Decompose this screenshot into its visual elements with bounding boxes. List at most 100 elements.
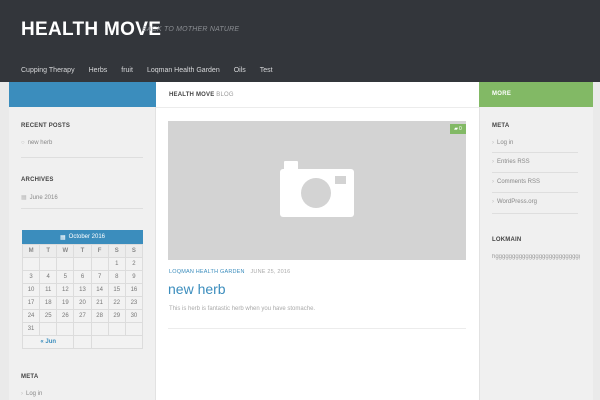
site-tagline: BACK TO MOTHER NATURE (142, 26, 240, 33)
meta-link-wordpress[interactable]: WordPress.org (497, 199, 537, 205)
meta-item[interactable]: › Comments RSS (492, 179, 540, 185)
left-sidebar-toggle-bar[interactable] (9, 82, 156, 107)
meta-link-comments-rss[interactable]: Comments RSS (497, 179, 540, 185)
meta-item-left[interactable]: › Log in (21, 391, 42, 397)
comment-icon: ▰ (454, 126, 459, 132)
calendar-week-row: 17 18 19 20 21 22 23 (21, 296, 144, 310)
recent-post-item[interactable]: ○ new herb (21, 140, 52, 146)
archive-link[interactable]: June 2016 (30, 195, 58, 201)
chevron-right-icon: › (21, 391, 23, 397)
calendar-day-cell (39, 257, 58, 271)
calendar-day-cell: 1 (107, 257, 126, 271)
divider (21, 208, 143, 209)
calendar-week-row: 24 25 26 27 28 29 30 (21, 309, 144, 323)
meta-link-login[interactable]: Log in (497, 140, 513, 146)
calendar-day-cell: 2 (124, 257, 144, 271)
calendar-day-cell: 17 (21, 296, 41, 310)
calendar-day-cell (73, 257, 92, 271)
nav-item-fruit[interactable]: fruit (114, 62, 140, 79)
calendar-icon: ▦ (21, 195, 27, 201)
calendar-day-cell: 25 (39, 309, 58, 323)
calendar-day-cell: 9 (124, 270, 144, 284)
nav-item-oils[interactable]: Oils (227, 62, 253, 79)
divider (492, 172, 578, 173)
calendar-table: M T W T F S S 1 2 3 4 5 6 7 8 9 10 11 12 13 14 15 16 17 1… (21, 244, 144, 349)
calendar-day-cell: 28 (90, 309, 109, 323)
calendar-prev-link[interactable]: « Jun (21, 335, 75, 349)
main-nav: Cupping Therapy Herbs fruit Loqman Healt… (14, 62, 280, 79)
nav-item-cupping-therapy[interactable]: Cupping Therapy (14, 62, 82, 79)
meta-item[interactable]: › WordPress.org (492, 199, 537, 205)
calendar-day-cell: 31 (21, 322, 41, 336)
post-title-link[interactable]: new herb (168, 281, 226, 297)
weekday: F (90, 244, 109, 258)
site-title[interactable]: HEALTH MOVE (21, 19, 161, 41)
calendar-day-cell: 14 (90, 283, 109, 297)
calendar-day-cell: 30 (124, 309, 144, 323)
circle-icon: ○ (21, 140, 25, 146)
nav-item-loqman-health-garden[interactable]: Loqman Health Garden (140, 62, 227, 79)
right-sidebar-more-bar[interactable]: MORE (479, 82, 593, 107)
calendar-day-cell (124, 322, 144, 336)
calendar-day-cell: 13 (73, 283, 92, 297)
calendar-day-cell (56, 322, 75, 336)
divider (492, 192, 578, 193)
nav-item-test[interactable]: Test (253, 62, 280, 79)
calendar-day-cell: 24 (21, 309, 41, 323)
calendar-day-cell: 29 (107, 309, 126, 323)
meta-link-entries-rss[interactable]: Entries RSS (497, 159, 530, 165)
right-sidebar: META › Log in › Entries RSS › Comments R… (479, 107, 593, 400)
post-category-link[interactable]: LOQMAN HEALTH GARDEN (169, 269, 245, 275)
chevron-right-icon: › (492, 179, 494, 185)
calendar-day-cell: 3 (21, 270, 41, 284)
calendar-week-row: 12 (21, 257, 144, 271)
calendar-day-cell: 8 (107, 270, 126, 284)
calendar-day-cell (39, 322, 58, 336)
weekday: S (107, 244, 126, 258)
archives-title: ARCHIVES (21, 177, 54, 183)
meta-item[interactable]: › Entries RSS (492, 159, 530, 165)
post-date: JUNE 25, 2016 (250, 269, 291, 275)
calendar-day-cell (73, 322, 92, 336)
archive-item[interactable]: ▦ June 2016 (21, 194, 58, 202)
meta-item[interactable]: › Log in (492, 140, 513, 146)
nav-item-herbs[interactable]: Herbs (82, 62, 115, 79)
weekday: M (21, 244, 41, 258)
calendar-day-cell (56, 257, 75, 271)
post-excerpt: This is herb is fantastic herb when you … (169, 306, 316, 312)
chevron-right-icon: › (492, 199, 494, 205)
recent-posts-title: RECENT POSTS (21, 123, 71, 129)
calendar-day-cell: 19 (56, 296, 75, 310)
post-thumbnail[interactable]: ▰ 0 (168, 121, 466, 260)
divider (156, 107, 479, 108)
comment-count-badge[interactable]: ▰ 0 (450, 124, 466, 134)
calendar-day-cell: 10 (21, 283, 41, 297)
chevron-right-icon: › (492, 140, 494, 146)
left-sidebar: RECENT POSTS ○ new herb ARCHIVES ▦ June … (9, 107, 156, 400)
weekday: T (73, 244, 92, 258)
calendar-day-cell (90, 257, 109, 271)
meta-title-right: META (492, 123, 510, 129)
calendar-week-row: 31 (21, 322, 144, 336)
meta-link[interactable]: Log in (26, 391, 42, 397)
calendar-day-cell: 7 (90, 270, 109, 284)
calendar-caption: ▦ October 2016 (22, 230, 143, 244)
calendar-day-cell: 20 (73, 296, 92, 310)
calendar-day-cell: 12 (56, 283, 75, 297)
breadcrumb-site[interactable]: HEALTH MOVE (169, 92, 214, 98)
calendar-day-cell: 4 (39, 270, 58, 284)
post-meta: LOQMAN HEALTH GARDEN JUNE 25, 2016 (169, 269, 290, 275)
calendar-widget: ▦ October 2016 M T W T F S S 1 2 3 4 5 6 7 8 9 10… (21, 230, 144, 349)
calendar-day-cell: 23 (124, 296, 144, 310)
lokmain-text: hgggggggggggggggggggggggggggggg (492, 254, 580, 260)
calendar-day-cell: 27 (73, 309, 92, 323)
main-content: HEALTH MOVE BLOG ▰ 0 LOQMAN HEALTH GARDE… (156, 82, 479, 400)
divider (492, 152, 578, 153)
calendar-day-cell: 26 (56, 309, 75, 323)
calendar-cell (73, 335, 92, 349)
calendar-next-cell (90, 335, 144, 349)
calendar-day-cell (90, 322, 109, 336)
meta-title-left: META (21, 374, 39, 380)
recent-post-link[interactable]: new herb (28, 140, 53, 146)
divider (492, 213, 578, 214)
